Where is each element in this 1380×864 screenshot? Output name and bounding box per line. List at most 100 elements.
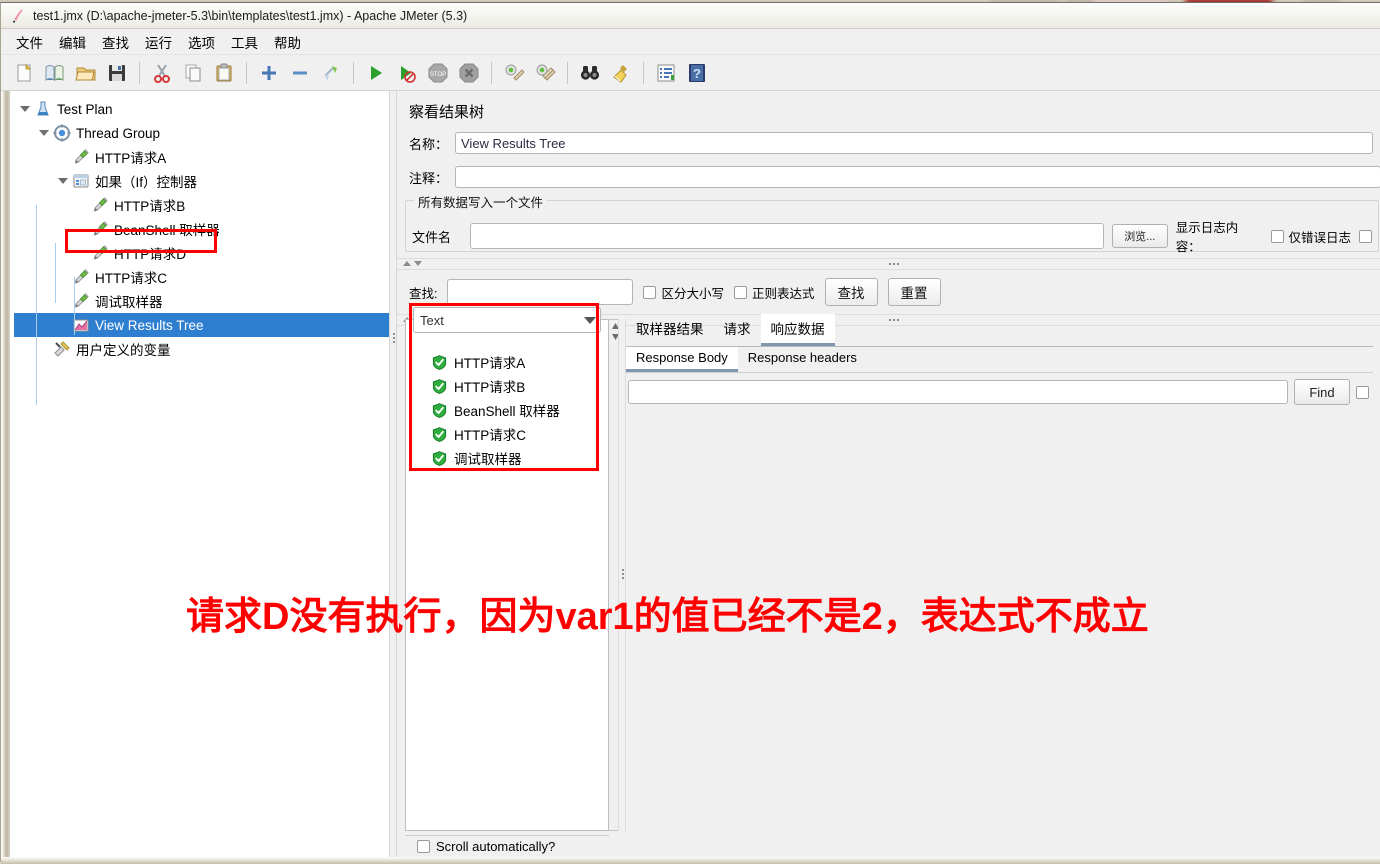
- tree-node-10[interactable]: 用户定义的变量: [14, 337, 389, 361]
- reset-search-icon[interactable]: [606, 58, 636, 88]
- copy-icon[interactable]: [178, 58, 208, 88]
- cut-icon[interactable]: [147, 58, 177, 88]
- menu-item-run[interactable]: 运行: [138, 29, 179, 55]
- tree-node-2[interactable]: HTTP请求A: [14, 145, 389, 169]
- name-input[interactable]: View Results Tree: [455, 132, 1373, 154]
- http-sampler-icon: [91, 196, 109, 214]
- tree-node-8[interactable]: 调试取样器: [14, 289, 389, 313]
- regex-checkbox-box[interactable]: [734, 285, 747, 299]
- successes-only-checkbox-box[interactable]: [1359, 229, 1373, 243]
- comment-input[interactable]: [455, 166, 1380, 188]
- toggle-icon[interactable]: [316, 58, 346, 88]
- tree-node-label: HTTP请求C: [95, 271, 167, 286]
- response-subtabs: Response Body Response headers: [626, 347, 1373, 373]
- regex-checkbox[interactable]: 正则表达式: [734, 283, 815, 302]
- new-icon[interactable]: [9, 58, 39, 88]
- tab-response-data[interactable]: 响应数据: [760, 314, 835, 346]
- tree-node-9[interactable]: View Results Tree: [14, 313, 389, 337]
- tree-node-1[interactable]: Thread Group: [14, 121, 389, 145]
- result-list-item[interactable]: 调试取样器: [406, 446, 608, 470]
- success-shield-icon: [432, 402, 447, 418]
- clear-icon[interactable]: [499, 58, 529, 88]
- menu-item-search[interactable]: 查找: [95, 29, 136, 55]
- function-helper-icon[interactable]: [651, 58, 681, 88]
- sampler-detail-area: 取样器结果 请求 响应数据 Response Body Response hea…: [626, 314, 1373, 831]
- subtab-response-body[interactable]: Response Body: [626, 347, 738, 372]
- menu-item-file[interactable]: 文件: [9, 29, 50, 55]
- name-row: 名称： View Results Tree: [397, 132, 1380, 154]
- renderer-combobox-value: Text: [420, 312, 444, 328]
- menu-item-options[interactable]: 选项: [181, 29, 222, 55]
- if-controller-icon: [72, 172, 90, 190]
- title-bar: test1.jmx (D:\apache-jmeter-5.3\bin\temp…: [1, 3, 1380, 29]
- chevron-down-icon[interactable]: [37, 126, 51, 140]
- response-find-input[interactable]: [628, 380, 1288, 404]
- chevron-down-icon[interactable]: [56, 174, 70, 188]
- filename-input[interactable]: [469, 223, 1104, 249]
- templates-icon[interactable]: [40, 58, 70, 88]
- result-list-item[interactable]: BeanShell 取样器: [406, 398, 608, 422]
- collapse-all-icon[interactable]: [285, 58, 315, 88]
- browse-button[interactable]: 浏览...: [1111, 224, 1168, 248]
- errors-only-label: 仅错误日志: [1288, 230, 1352, 245]
- results-area: HTTP请求A HTTP请求B BeanShell 取样器 HTTP请求C 调试取样器 …: [405, 303, 1373, 863]
- tree-node-6[interactable]: HTTP请求D: [14, 241, 389, 265]
- tree-guide-line: [74, 277, 75, 335]
- response-find-button[interactable]: Find: [1294, 379, 1350, 405]
- shutdown-icon[interactable]: [454, 58, 484, 88]
- save-icon[interactable]: [102, 58, 132, 88]
- open-icon[interactable]: [71, 58, 101, 88]
- main-window-frame: test1.jmx (D:\apache-jmeter-5.3\bin\temp…: [0, 2, 1380, 864]
- errors-only-checkbox[interactable]: 仅错误日志: [1270, 227, 1352, 246]
- search-find-button[interactable]: 查找: [824, 278, 878, 306]
- case-sensitive-checkbox[interactable]: 区分大小写: [643, 283, 724, 302]
- chevron-down-icon[interactable]: [18, 102, 32, 116]
- tree-node-label: 如果（If）控制器: [95, 175, 198, 190]
- search-reset-button[interactable]: 重置: [887, 278, 941, 306]
- tree-node-3[interactable]: 如果（If）控制器: [14, 169, 389, 193]
- tree-node-5[interactable]: BeanShell 取样器: [14, 217, 389, 241]
- test-plan-tree-panel[interactable]: Test Plan Thread Group HTTP请求A 如果（If）控制器 HTT…: [10, 91, 389, 863]
- renderer-combobox[interactable]: Text: [413, 307, 601, 333]
- main-splitter[interactable]: [389, 91, 397, 863]
- tree-node-label: HTTP请求B: [114, 199, 186, 214]
- tab-sampler-result[interactable]: 取样器结果: [626, 314, 714, 346]
- search-input[interactable]: [447, 279, 634, 305]
- response-find-case-checkbox[interactable]: [1356, 385, 1369, 399]
- help-icon[interactable]: ?: [682, 58, 712, 88]
- results-list[interactable]: HTTP请求A HTTP请求B BeanShell 取样器 HTTP请求C 调试取样器: [405, 319, 609, 831]
- http-sampler-icon: [91, 244, 109, 262]
- result-list-item[interactable]: HTTP请求B: [406, 374, 608, 398]
- errors-only-checkbox-box[interactable]: [1270, 229, 1284, 243]
- start-icon[interactable]: [361, 58, 391, 88]
- clear-all-icon[interactable]: [530, 58, 560, 88]
- menu-item-help[interactable]: 帮助: [267, 29, 308, 55]
- view-results-tree-panel: 察看结果树 名称： View Results Tree 注释： 所有数据写入一个…: [397, 91, 1380, 863]
- tree-node-7[interactable]: HTTP请求C: [14, 265, 389, 289]
- chevron-down-icon: [584, 316, 596, 324]
- search-icon[interactable]: [575, 58, 605, 88]
- success-shield-icon: [432, 378, 447, 394]
- tree-node-0[interactable]: Test Plan: [14, 97, 389, 121]
- paste-icon[interactable]: [209, 58, 239, 88]
- case-sensitive-checkbox-box[interactable]: [643, 285, 657, 299]
- stop-icon[interactable]: STOP: [423, 58, 453, 88]
- tab-request[interactable]: 请求: [714, 314, 761, 346]
- upper-splitter-bar[interactable]: [397, 258, 1380, 270]
- expand-all-icon[interactable]: [254, 58, 284, 88]
- case-sensitive-label: 区分大小写: [661, 286, 724, 301]
- response-body-text[interactable]: [628, 411, 1368, 827]
- start-no-pauses-icon[interactable]: [392, 58, 422, 88]
- menu-item-edit[interactable]: 编辑: [52, 29, 93, 55]
- tree-node-4[interactable]: HTTP请求B: [14, 193, 389, 217]
- result-list-item[interactable]: HTTP请求A: [406, 350, 608, 374]
- results-detail-splitter[interactable]: [618, 319, 626, 831]
- scroll-automatically-checkbox[interactable]: [417, 840, 430, 853]
- subtab-response-headers[interactable]: Response headers: [738, 347, 867, 372]
- result-list-item[interactable]: HTTP请求C: [406, 422, 608, 446]
- menu-item-tools[interactable]: 工具: [224, 29, 265, 55]
- window-bottom-frame: [1, 857, 1380, 864]
